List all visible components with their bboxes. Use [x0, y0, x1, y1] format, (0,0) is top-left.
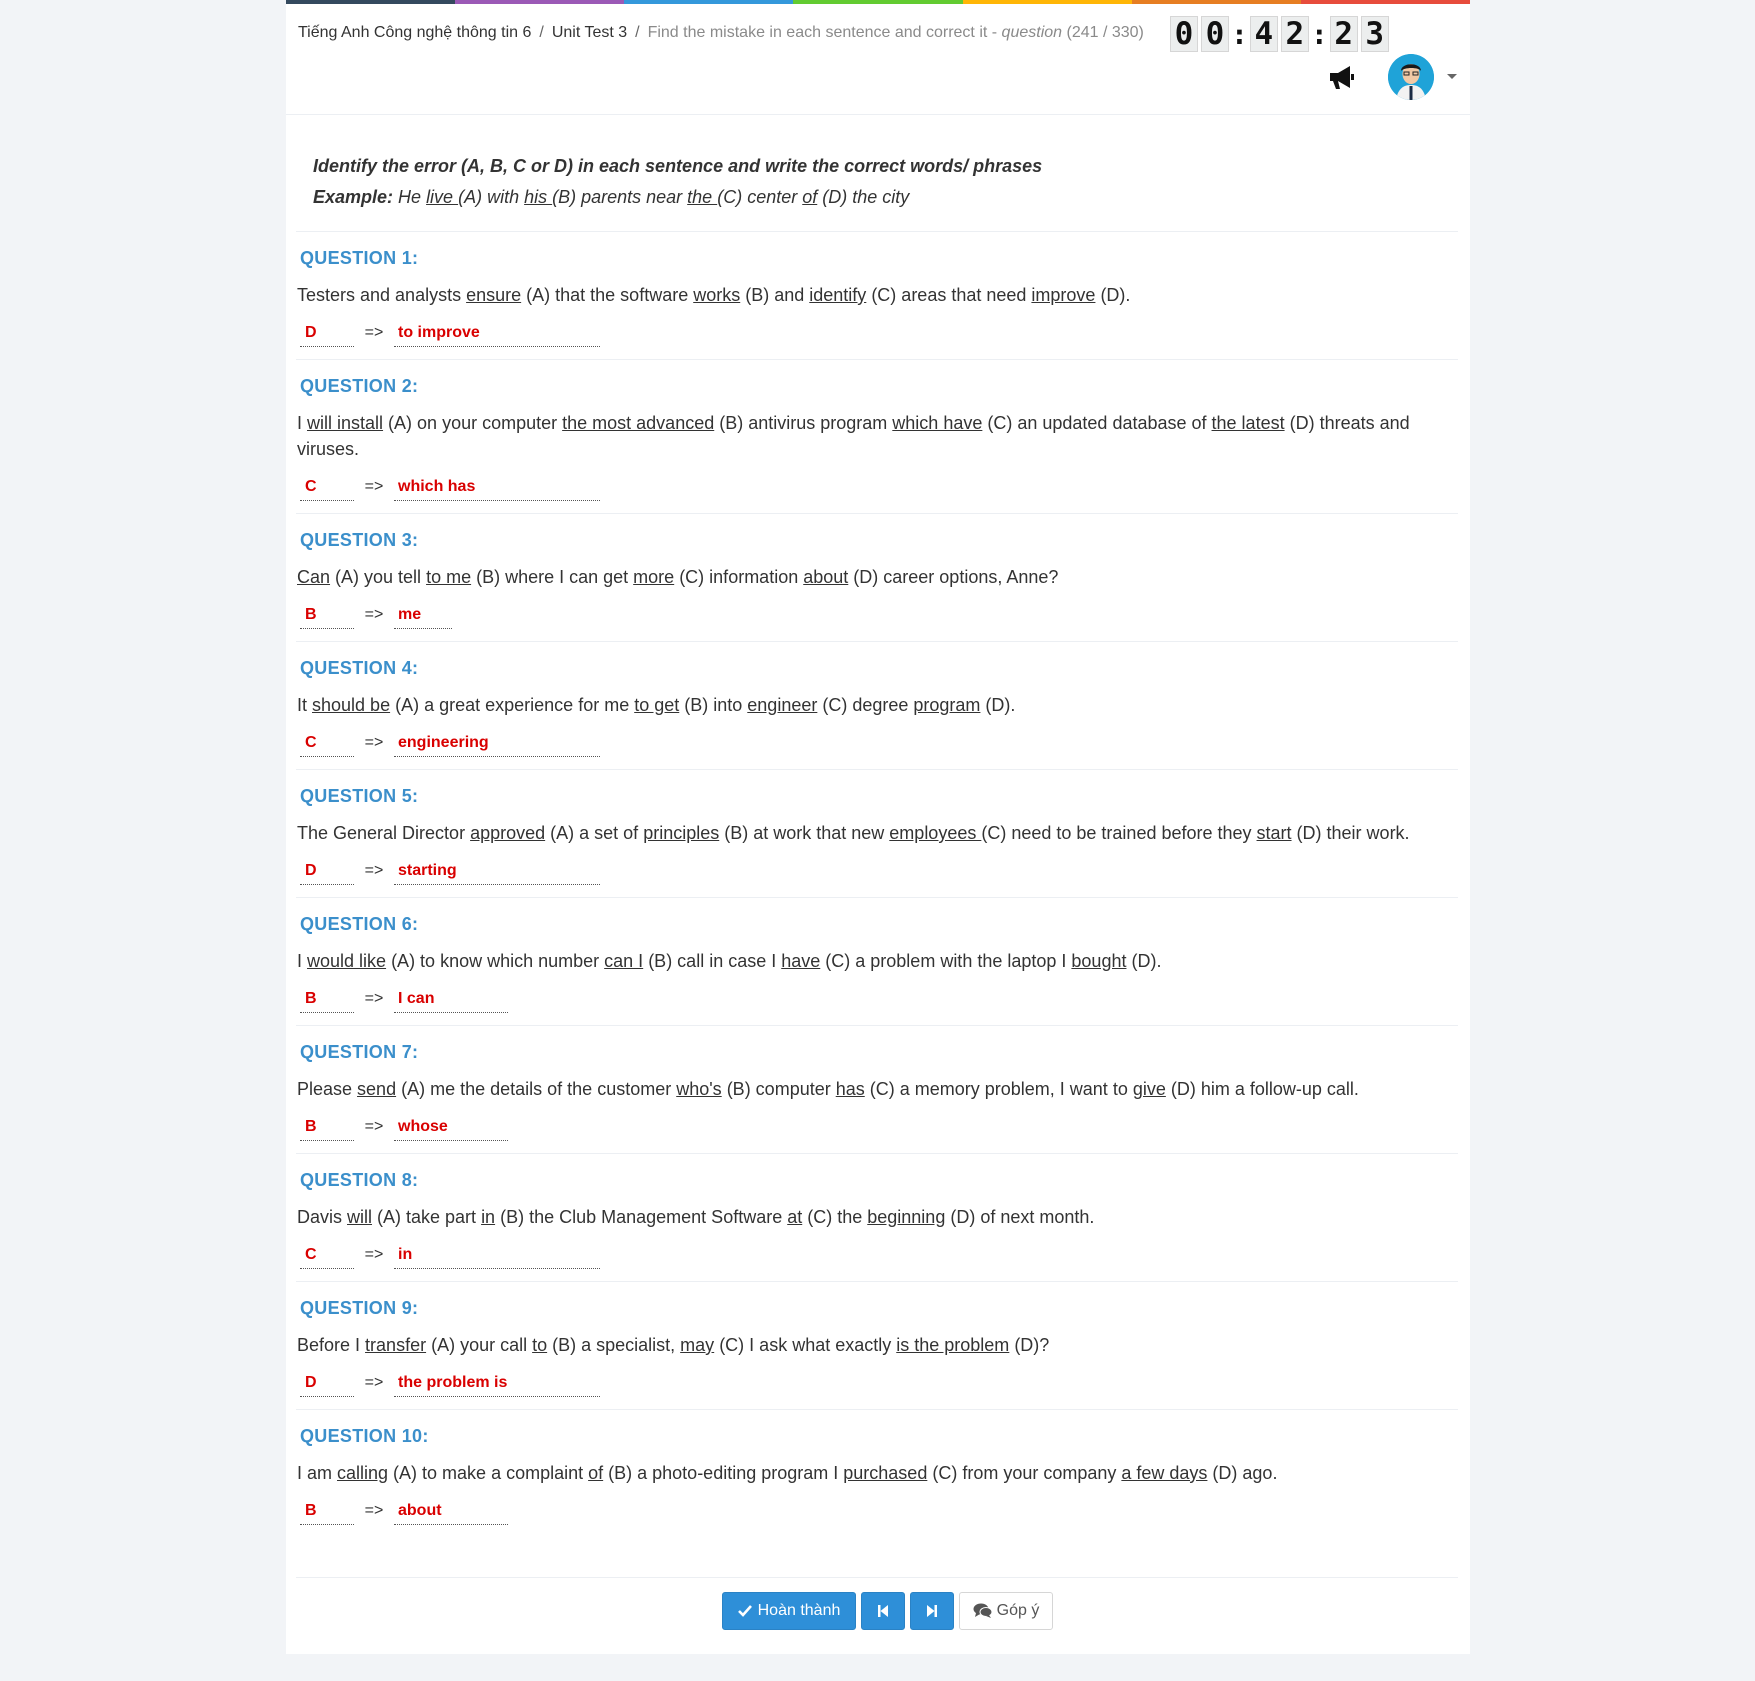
answer-row: B => whose	[300, 1113, 1458, 1149]
question-item: QUESTION 5: The General Director approve…	[296, 784, 1458, 898]
answer-letter-field[interactable]: B	[300, 985, 354, 1013]
previous-button[interactable]	[861, 1592, 905, 1630]
answer-letter-field[interactable]: D	[300, 857, 354, 885]
instructions: Identify the error (A, B, C or D) in eac…	[313, 151, 1458, 213]
instructions-heading: Identify the error (A, B, C or D) in eac…	[313, 156, 1043, 176]
answer-letter-field[interactable]: C	[300, 473, 354, 501]
answer-letter-field[interactable]: D	[300, 1369, 354, 1397]
timer-digit: 0	[1170, 16, 1198, 52]
answer-text-field[interactable]: starting	[394, 857, 600, 885]
answer-text-field[interactable]: I can	[394, 985, 508, 1013]
topbar: Tiếng Anh Công nghệ thông tin 6/Unit Tes…	[286, 4, 1470, 115]
footer-actions: Hoàn thành Góp ý	[296, 1577, 1458, 1658]
answer-text-field[interactable]: about	[394, 1497, 508, 1525]
timer-digit: 2	[1329, 16, 1358, 52]
timer-digit: 0	[1201, 16, 1229, 52]
question-text: I will install (A) on your computer the …	[297, 413, 1410, 459]
breadcrumb-unit[interactable]: Unit Test 3	[552, 24, 627, 41]
answer-text-field[interactable]: to improve	[394, 319, 600, 347]
answer-letter-field[interactable]: C	[300, 1241, 354, 1269]
question-item: QUESTION 2: I will install (A) on your c…	[296, 374, 1458, 514]
question-title: QUESTION 2:	[300, 376, 419, 396]
question-item: QUESTION 3: Can (A) you tell to me (B) w…	[296, 528, 1458, 642]
question-title: QUESTION 6:	[300, 914, 419, 934]
answer-row: C => which has	[300, 473, 1458, 509]
question-item: QUESTION 10: I am calling (A) to make a …	[296, 1424, 1458, 1537]
question-text: It should be (A) a great experience for …	[297, 695, 1016, 715]
answer-row: C => engineering	[300, 729, 1458, 765]
question-text: Testers and analysts ensure (A) that the…	[297, 285, 1131, 305]
question-item: QUESTION 8: Davis will (A) take part in …	[296, 1168, 1458, 1282]
timer-digit: 3	[1360, 16, 1389, 52]
question-item: QUESTION 7: Please send (A) me the detai…	[296, 1040, 1458, 1154]
answer-text-field[interactable]: in	[394, 1241, 600, 1269]
question-text: Davis will (A) take part in (B) the Club…	[297, 1207, 1095, 1227]
comments-icon	[973, 1603, 993, 1618]
question-text: Can (A) you tell to me (B) where I can g…	[297, 567, 1059, 587]
page: Tiếng Anh Công nghệ thông tin 6/Unit Tes…	[286, 0, 1470, 1654]
question-title: QUESTION 5:	[300, 786, 419, 806]
question-text: I would like (A) to know which number ca…	[297, 951, 1162, 971]
finish-button[interactable]: Hoàn thành	[722, 1592, 856, 1630]
answer-letter-field[interactable]: B	[300, 601, 354, 629]
question-title: QUESTION 4:	[300, 658, 419, 678]
answer-row: D => the problem is	[300, 1369, 1458, 1405]
question-text: I am calling (A) to make a complaint of …	[297, 1463, 1278, 1483]
timer-digit: 2	[1280, 16, 1309, 52]
caret-down-icon[interactable]	[1447, 74, 1457, 79]
answer-row: D => starting	[300, 857, 1458, 893]
answer-row: D => to improve	[300, 319, 1458, 355]
breadcrumb-section: Find the mistake in each sentence and co…	[647, 24, 1144, 41]
question-title: QUESTION 9:	[300, 1298, 419, 1318]
question-title: QUESTION 3:	[300, 530, 419, 550]
answer-letter-field[interactable]: B	[300, 1497, 354, 1525]
step-forward-icon	[927, 1605, 937, 1617]
answer-text-field[interactable]: me	[394, 601, 452, 629]
answer-letter-field[interactable]: C	[300, 729, 354, 757]
question-title: QUESTION 1:	[300, 248, 419, 268]
answer-row: B => me	[300, 601, 1458, 637]
question-text: Before I transfer (A) your call to (B) a…	[297, 1335, 1050, 1355]
check-icon	[737, 1605, 752, 1617]
answer-text-field[interactable]: which has	[394, 473, 600, 501]
megaphone-icon[interactable]	[1324, 60, 1358, 94]
next-button[interactable]	[910, 1592, 954, 1630]
breadcrumb-course[interactable]: Tiếng Anh Công nghệ thông tin 6	[298, 24, 531, 41]
question-title: QUESTION 10:	[300, 1426, 429, 1446]
answer-row: B => I can	[300, 985, 1458, 1021]
answer-letter-field[interactable]: D	[300, 319, 354, 347]
timer-digit: 4	[1249, 16, 1278, 52]
question-item: QUESTION 4: It should be (A) a great exp…	[296, 656, 1458, 770]
breadcrumb: Tiếng Anh Công nghệ thông tin 6/Unit Tes…	[298, 24, 1144, 41]
example-sentence: Example: He live (A) with his (B) parent…	[313, 187, 910, 207]
question-item: QUESTION 9: Before I transfer (A) your c…	[296, 1296, 1458, 1410]
question-item: QUESTION 1: Testers and analysts ensure …	[296, 246, 1458, 360]
question-title: QUESTION 7:	[300, 1042, 419, 1062]
answer-letter-field[interactable]: B	[300, 1113, 354, 1141]
answer-row: C => in	[300, 1241, 1458, 1277]
countdown-timer: 00 : 42 : 23	[1170, 16, 1389, 52]
question-item: QUESTION 6: I would like (A) to know whi…	[296, 912, 1458, 1026]
main-content: Identify the error (A, B, C or D) in eac…	[286, 151, 1470, 1658]
question-text: The General Director approved (A) a set …	[297, 823, 1410, 843]
step-backward-icon	[878, 1605, 888, 1617]
answer-text-field[interactable]: whose	[394, 1113, 508, 1141]
user-avatar[interactable]	[1388, 54, 1434, 100]
answer-text-field[interactable]: engineering	[394, 729, 600, 757]
question-title: QUESTION 8:	[300, 1170, 419, 1190]
question-text: Please send (A) me the details of the cu…	[297, 1079, 1359, 1099]
question-progress: (241 / 330)	[1066, 24, 1144, 41]
feedback-button[interactable]: Góp ý	[959, 1592, 1053, 1630]
answer-row: B => about	[300, 1497, 1458, 1533]
answer-text-field[interactable]: the problem is	[394, 1369, 600, 1397]
